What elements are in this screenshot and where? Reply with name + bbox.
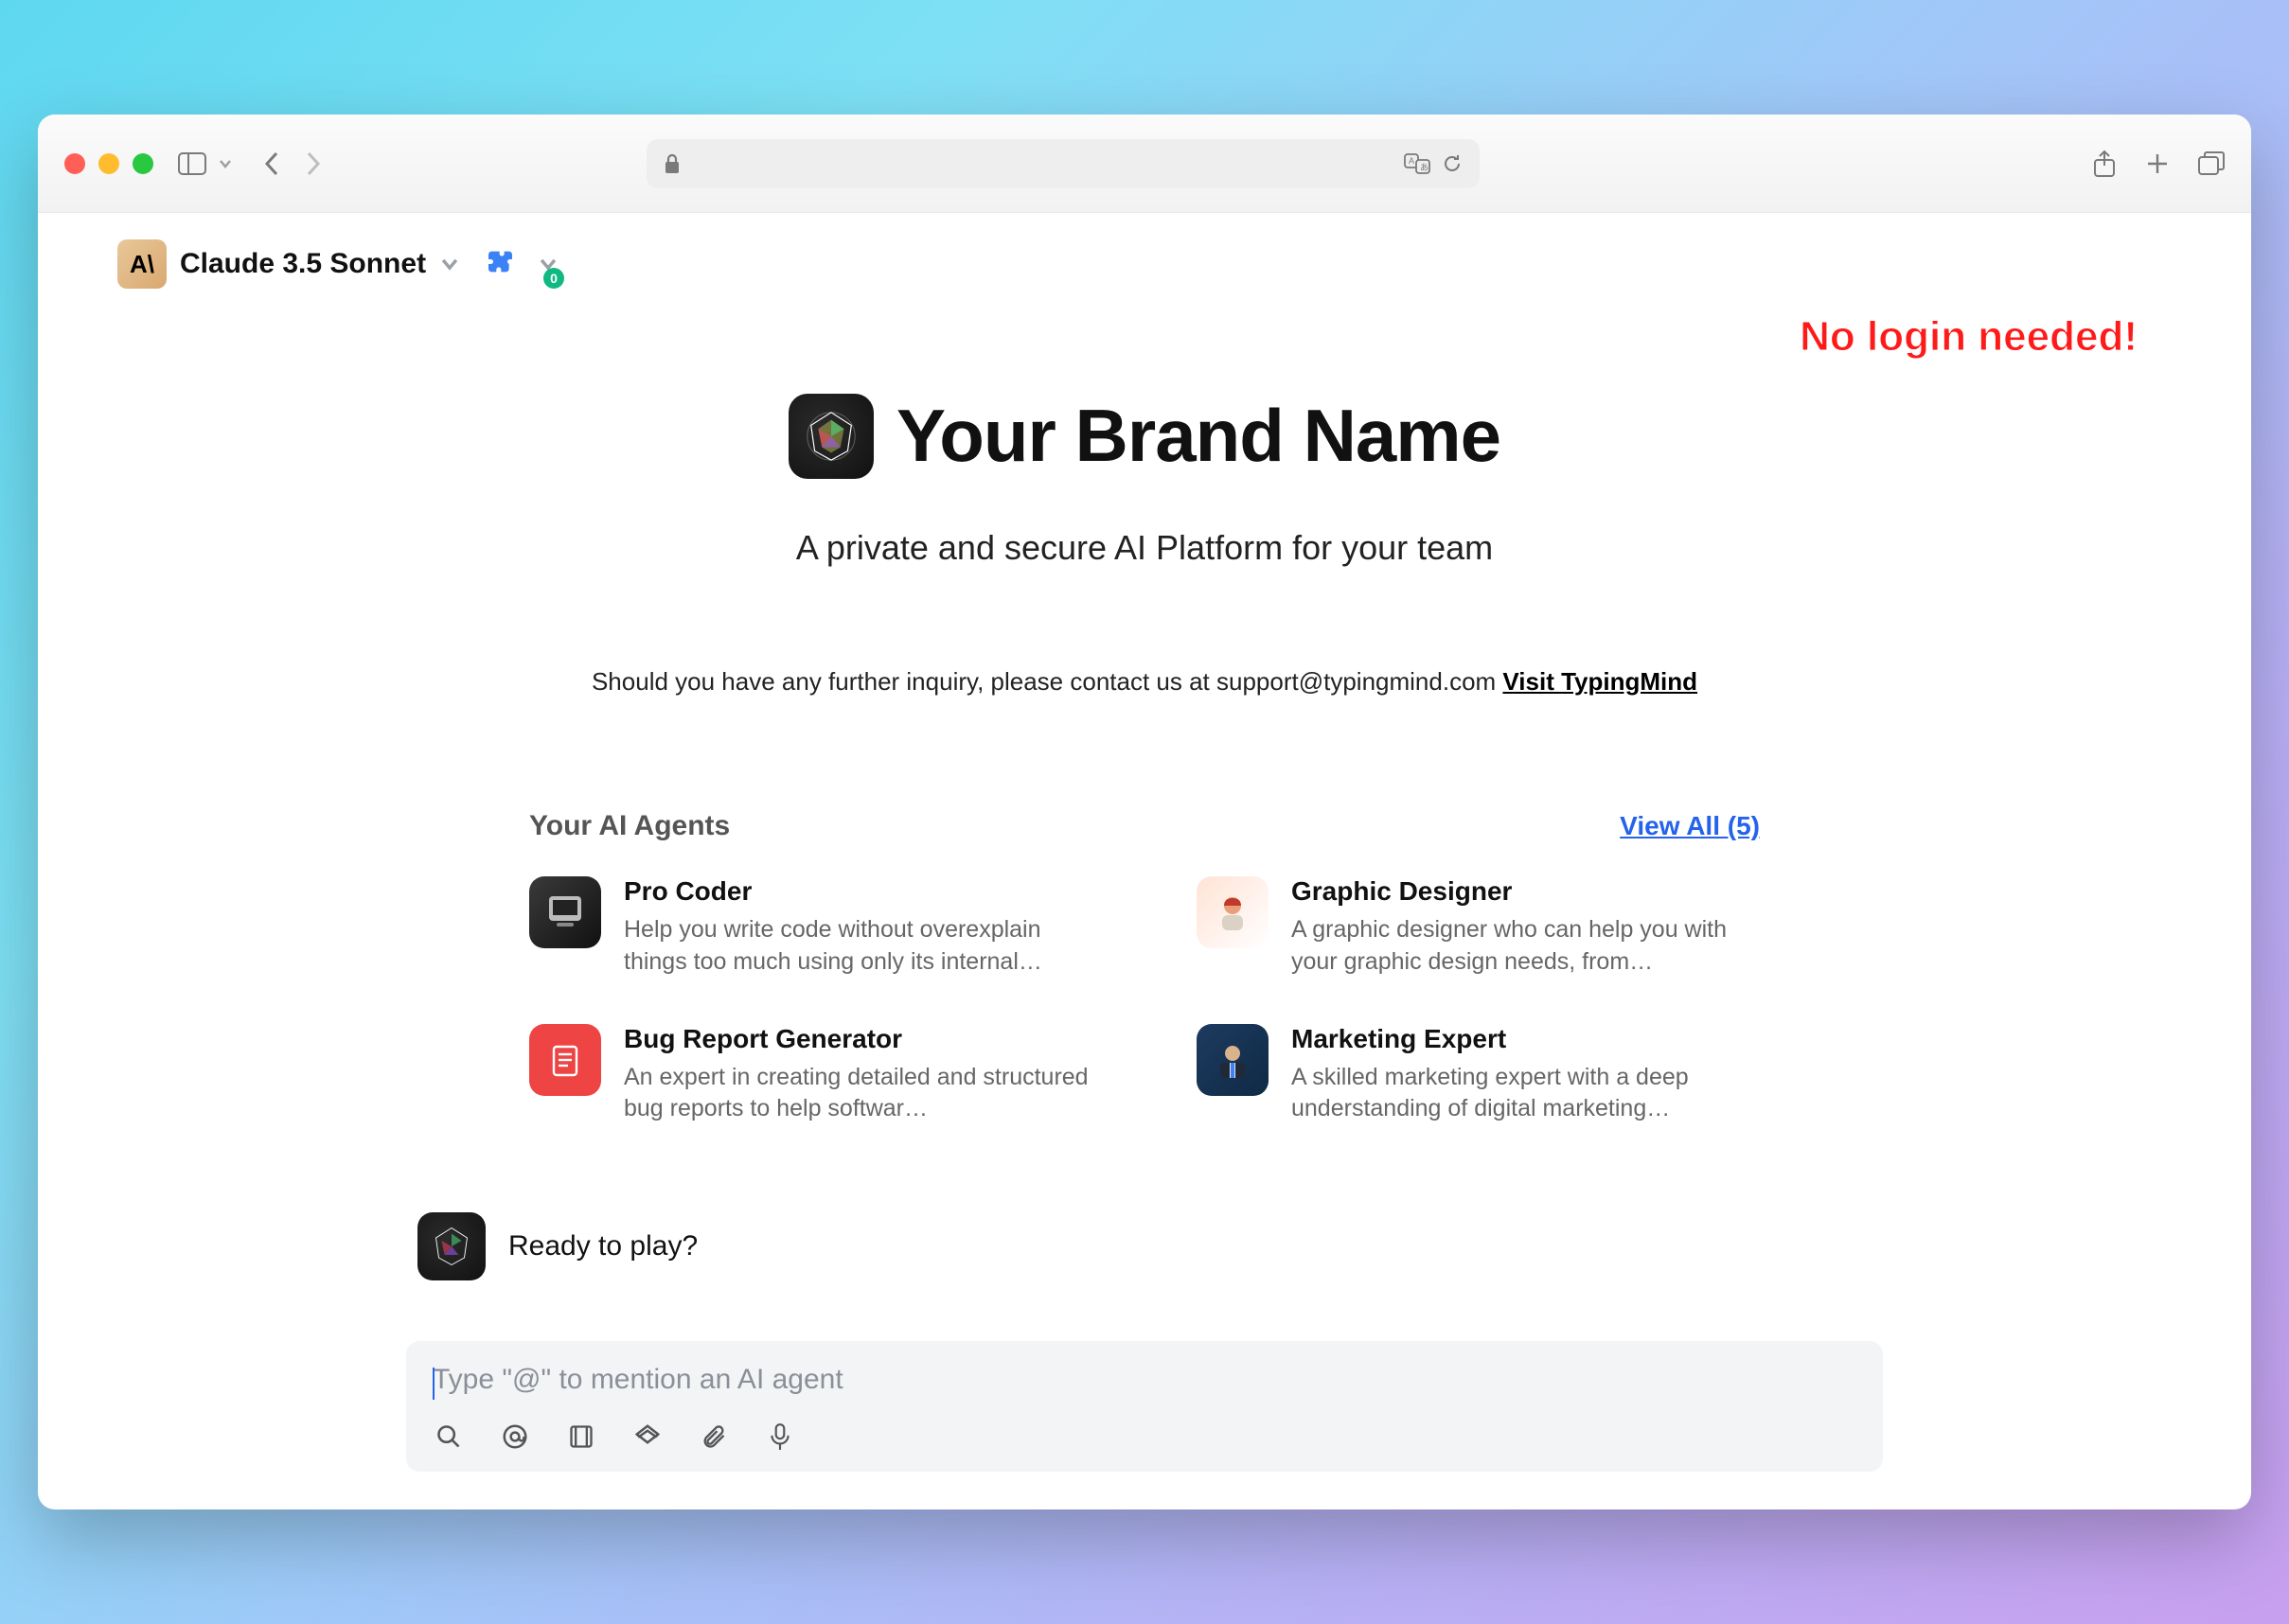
page-content: A\ Claude 3.5 Sonnet 0 No login needed!	[38, 213, 2251, 1509]
close-window-button[interactable]	[64, 153, 85, 174]
agent-pro-coder[interactable]: Pro Coder Help you write code without ov…	[529, 876, 1092, 979]
agent-icon	[1197, 876, 1269, 948]
agent-desc: A skilled marketing expert with a deep u…	[1291, 1062, 1760, 1126]
hero-section: Your Brand Name A private and secure AI …	[117, 393, 2172, 697]
plugin-count-badge: 0	[543, 268, 564, 289]
search-icon[interactable]	[433, 1421, 465, 1453]
browser-right-controls	[2092, 150, 2225, 178]
agent-graphic-designer[interactable]: Graphic Designer A graphic designer who …	[1197, 876, 1760, 979]
agent-desc: A graphic designer who can help you with…	[1291, 914, 1760, 979]
back-button[interactable]	[256, 148, 288, 180]
forward-button[interactable]	[297, 148, 329, 180]
nav-controls	[256, 148, 329, 180]
tabs-overview-icon[interactable]	[2198, 151, 2225, 176]
browser-toolbar: Aあ	[38, 115, 2251, 213]
agent-desc: Help you write code without overexplain …	[624, 914, 1092, 979]
composer-toolbar	[433, 1421, 1856, 1453]
agent-bug-report[interactable]: Bug Report Generator An expert in creati…	[529, 1024, 1092, 1126]
chevron-down-icon[interactable]	[218, 156, 233, 171]
agents-section: Your AI Agents View All (5) Pro Coder He…	[529, 810, 1760, 1125]
fullscreen-window-button[interactable]	[133, 153, 153, 174]
contact-text: Should you have any further inquiry, ple…	[592, 667, 1502, 696]
agent-marketing-expert[interactable]: Marketing Expert A skilled marketing exp…	[1197, 1024, 1760, 1126]
mention-icon[interactable]	[499, 1421, 531, 1453]
model-selector[interactable]: A\ Claude 3.5 Sonnet	[117, 239, 460, 289]
model-row: A\ Claude 3.5 Sonnet 0	[117, 239, 2172, 289]
new-tab-icon[interactable]	[2145, 151, 2170, 176]
svg-text:A: A	[1409, 156, 1414, 166]
reload-icon[interactable]	[1442, 153, 1463, 174]
minimize-window-button[interactable]	[98, 153, 119, 174]
chevron-down-icon	[439, 254, 460, 274]
translate-icon[interactable]: Aあ	[1404, 153, 1430, 174]
agent-icon	[529, 1024, 601, 1096]
sidebar-toggle-icon[interactable]	[176, 148, 208, 180]
anthropic-logo-icon: A\	[117, 239, 167, 289]
address-bar[interactable]: Aあ	[647, 139, 1480, 188]
page-subtitle: A private and secure AI Platform for you…	[117, 528, 2172, 568]
model-name: Claude 3.5 Sonnet	[180, 248, 426, 280]
brand-icon	[417, 1212, 486, 1280]
agent-name: Pro Coder	[624, 876, 1092, 907]
share-icon[interactable]	[2092, 150, 2117, 178]
safari-window: Aあ A\ Claude 3.5 Sonnet	[38, 115, 2251, 1509]
attachment-icon[interactable]	[698, 1421, 730, 1453]
view-all-link[interactable]: View All (5)	[1620, 811, 1760, 841]
agent-name: Graphic Designer	[1291, 876, 1760, 907]
agent-icon	[1197, 1024, 1269, 1096]
text-cursor	[433, 1368, 435, 1400]
message-input[interactable]	[433, 1364, 1856, 1396]
agent-desc: An expert in creating detailed and struc…	[624, 1062, 1092, 1126]
prompt-library-icon[interactable]	[565, 1421, 597, 1453]
plugins-selector[interactable]: 0	[479, 245, 559, 283]
sidebar-controls	[176, 148, 233, 180]
svg-text:あ: あ	[1420, 163, 1428, 172]
system-message-row: Ready to play?	[406, 1212, 1883, 1280]
message-composer	[406, 1341, 1883, 1472]
lock-icon	[664, 153, 681, 174]
puzzle-icon	[479, 245, 517, 283]
contact-line: Should you have any further inquiry, ple…	[117, 667, 2172, 697]
window-controls	[64, 153, 153, 174]
agent-name: Marketing Expert	[1291, 1024, 1760, 1054]
agent-name: Bug Report Generator	[624, 1024, 1092, 1054]
brand-icon	[789, 394, 874, 479]
visit-link[interactable]: Visit TypingMind	[1502, 667, 1697, 696]
microphone-icon[interactable]	[764, 1421, 796, 1453]
agent-icon	[529, 876, 601, 948]
system-prompt-text: Ready to play?	[508, 1230, 698, 1262]
page-title: Your Brand Name	[896, 393, 1500, 479]
agents-heading: Your AI Agents	[529, 810, 730, 842]
overlay-annotation: No login needed!	[1800, 313, 2138, 361]
tag-icon[interactable]	[631, 1421, 664, 1453]
